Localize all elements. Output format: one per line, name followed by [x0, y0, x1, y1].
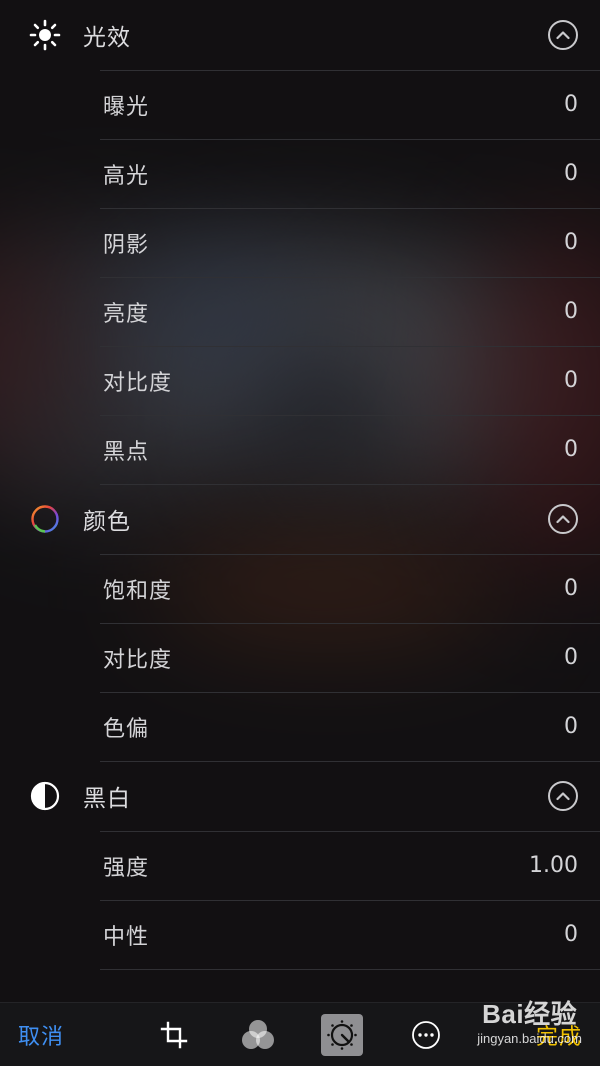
- collapse-chevron-icon[interactable]: [548, 781, 578, 811]
- row-saturation[interactable]: 饱和度 0: [0, 554, 600, 623]
- row-value: 0: [564, 714, 578, 739]
- row-label: 曝光: [103, 94, 150, 120]
- row-intensity[interactable]: 强度 1.00: [0, 831, 600, 900]
- row-label: 阴影: [103, 232, 150, 258]
- watermark-url: jingyan.baidu.com: [477, 1031, 582, 1046]
- row-value: 0: [564, 437, 578, 462]
- row-label: 强度: [103, 855, 150, 881]
- collapse-chevron-icon[interactable]: [548, 504, 578, 534]
- color-ring-icon: [29, 503, 61, 535]
- row-highlights[interactable]: 高光 0: [0, 139, 600, 208]
- row-cast[interactable]: 色偏 0: [0, 692, 600, 761]
- row-label: 对比度: [103, 647, 173, 673]
- section-title: 黑白: [83, 786, 131, 812]
- row-contrast[interactable]: 对比度 0: [0, 346, 600, 415]
- row-value: 0: [564, 230, 578, 255]
- row-shadows[interactable]: 阴影 0: [0, 208, 600, 277]
- filters-icon[interactable]: [238, 1015, 278, 1055]
- row-value: 0: [564, 645, 578, 670]
- row-value: 0: [564, 576, 578, 601]
- section-header-light[interactable]: 光效: [0, 0, 600, 70]
- row-black-point[interactable]: 黑点 0: [0, 415, 600, 484]
- section-title: 颜色: [83, 509, 131, 535]
- row-exposure[interactable]: 曝光 0: [0, 70, 600, 139]
- row-value: 0: [564, 368, 578, 393]
- adjustments-list: 光效 曝光 0 高光 0 阴影 0 亮度 0 对比度 0 黑点 0 颜色 饱和度…: [0, 0, 600, 1038]
- row-label: 饱和度: [103, 578, 173, 604]
- row-value: 0: [564, 92, 578, 117]
- collapse-chevron-icon[interactable]: [548, 20, 578, 50]
- crop-icon[interactable]: [154, 1015, 194, 1055]
- row-label: 色偏: [103, 716, 150, 742]
- baidu-watermark: Bai经验 jingyan.baidu.com: [477, 994, 582, 1046]
- row-value: 0: [564, 922, 578, 947]
- row-label: 对比度: [103, 370, 173, 396]
- half-circle-icon: [29, 780, 61, 812]
- row-color-contrast[interactable]: 对比度 0: [0, 623, 600, 692]
- adjust-icon[interactable]: [321, 1013, 363, 1056]
- sun-icon: [29, 19, 61, 51]
- row-neutrals[interactable]: 中性 0: [0, 900, 600, 969]
- more-icon[interactable]: [406, 1015, 446, 1055]
- row-label: 黑点: [103, 439, 150, 465]
- cancel-button[interactable]: 取消: [18, 1019, 64, 1051]
- row-label: 高光: [103, 163, 150, 189]
- section-title: 光效: [83, 25, 131, 51]
- row-label: 亮度: [103, 301, 150, 327]
- row-value: 0: [564, 161, 578, 186]
- section-header-bw[interactable]: 黑白: [0, 761, 600, 831]
- section-header-color[interactable]: 颜色: [0, 484, 600, 554]
- watermark-brand: Bai经验: [482, 999, 578, 1029]
- row-value: 0: [564, 299, 578, 324]
- row-brightness[interactable]: 亮度 0: [0, 277, 600, 346]
- row-value: 1.00: [529, 853, 578, 878]
- row-label: 中性: [103, 924, 150, 950]
